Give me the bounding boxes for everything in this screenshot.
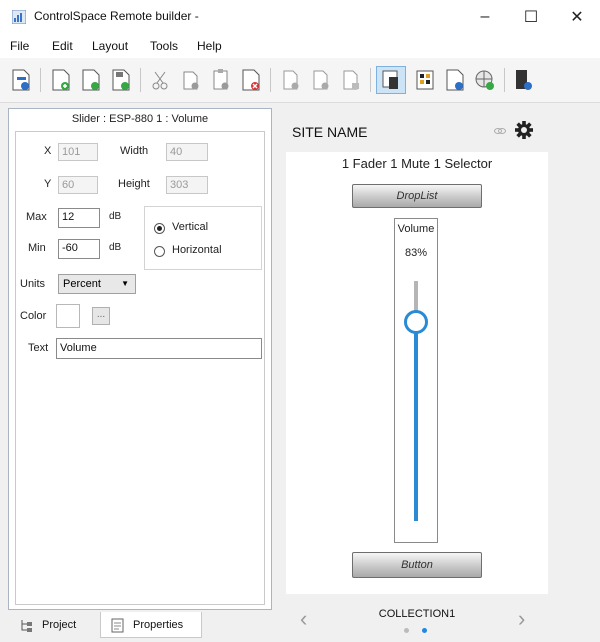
text-field[interactable]: Volume (56, 338, 262, 359)
new-page-icon[interactable] (48, 66, 74, 94)
slider-track-fill (414, 321, 418, 521)
color-swatch[interactable] (56, 304, 80, 328)
properties-header: Slider : ESP-880 1 : Volume (71, 113, 209, 125)
vertical-label[interactable]: Vertical (172, 221, 208, 233)
save-page-icon[interactable] (108, 66, 134, 94)
collection-name: COLLECTION1 (378, 608, 456, 620)
height-field[interactable]: 303 (166, 176, 208, 194)
page-dot[interactable] (404, 628, 409, 633)
project-tree-icon (21, 620, 32, 632)
min-unit: dB (109, 242, 122, 253)
x-label: X (44, 145, 52, 157)
menu-help[interactable]: Help (197, 39, 222, 53)
close-button[interactable]: ✕ (554, 0, 600, 34)
color-label: Color (20, 310, 47, 322)
copy-page-icon[interactable] (178, 66, 204, 94)
color-picker-button[interactable]: ... (92, 307, 110, 325)
units-label: Units (20, 278, 46, 290)
tab-project[interactable]: Project (12, 612, 92, 638)
delete-page-icon[interactable] (238, 66, 264, 94)
tab-properties[interactable]: Properties (100, 612, 202, 638)
title-bar: ControlSpace Remote builder - – ☐ ✕ (0, 0, 600, 34)
horizontal-label[interactable]: Horizontal (172, 244, 222, 256)
tab-project-label: Project (42, 619, 77, 631)
units-select[interactable]: Percent ▼ (58, 274, 136, 294)
window-title: ControlSpace Remote builder - (34, 9, 199, 23)
text-label: Text (28, 342, 49, 354)
chevron-down-icon: ▼ (121, 279, 129, 288)
network-icon[interactable] (472, 66, 498, 94)
max-label: Max (26, 211, 47, 223)
menu-file[interactable]: File (10, 39, 29, 53)
volume-slider[interactable]: Volume 83% (394, 218, 438, 543)
page-b-icon[interactable] (308, 66, 334, 94)
slider-thumb[interactable] (404, 309, 428, 334)
toolbar (0, 58, 600, 103)
maximize-button[interactable]: ☐ (508, 0, 554, 34)
orientation-group: Vertical Horizontal (144, 206, 262, 270)
link-icon[interactable] (494, 126, 506, 136)
menu-bar: File Edit Layout Tools Help (0, 34, 600, 58)
minimize-button[interactable]: – (462, 0, 508, 34)
max-unit: dB (109, 211, 122, 222)
y-field[interactable]: 60 (58, 176, 98, 194)
vertical-radio[interactable] (154, 223, 165, 234)
grid-icon[interactable] (412, 66, 438, 94)
next-page-arrow[interactable]: › (518, 606, 525, 632)
slider-value: 83% (404, 247, 428, 259)
max-field[interactable]: 12 (58, 208, 100, 228)
page-a-icon[interactable] (278, 66, 304, 94)
min-label: Min (28, 242, 46, 254)
cut-icon[interactable] (148, 66, 174, 94)
tab-properties-label: Properties (133, 619, 184, 631)
width-field[interactable]: 40 (166, 143, 208, 161)
properties-sheet-icon (111, 618, 124, 633)
menu-layout[interactable]: Layout (92, 39, 128, 53)
button-control[interactable]: Button (352, 552, 482, 578)
device-icon[interactable] (510, 66, 536, 94)
project-properties-icon[interactable] (8, 66, 34, 94)
horizontal-radio[interactable] (154, 246, 165, 257)
x-field[interactable]: 101 (58, 143, 98, 161)
app-icon (12, 10, 26, 24)
slider-label: Volume (397, 223, 435, 235)
paste-page-icon[interactable] (208, 66, 234, 94)
width-label: Width (120, 145, 149, 157)
units-value: Percent (63, 278, 101, 290)
page-d-icon[interactable] (442, 66, 468, 94)
page-dot-active[interactable] (422, 628, 427, 633)
menu-edit[interactable]: Edit (52, 39, 73, 53)
select-active-icon[interactable] (376, 66, 406, 94)
page-canvas: 1 Fader 1 Mute 1 Selector DropList Volum… (286, 152, 548, 594)
properties-panel: Slider : ESP-880 1 : Volume X 101 Width … (8, 108, 272, 610)
properties-form: X 101 Width 40 Y 60 Height 303 Max 12 dB… (15, 131, 265, 605)
site-name: SITE NAME (292, 124, 368, 140)
min-field[interactable]: -60 (58, 239, 100, 259)
menu-tools[interactable]: Tools (150, 39, 178, 53)
y-label: Y (44, 178, 52, 190)
droplist-control[interactable]: DropList (352, 184, 482, 208)
page-subtitle: 1 Fader 1 Mute 1 Selector (341, 156, 493, 171)
refresh-page-icon[interactable] (78, 66, 104, 94)
height-label: Height (118, 178, 150, 190)
page-c-icon[interactable] (338, 66, 364, 94)
gear-icon[interactable] (514, 120, 534, 140)
preview-panel: SITE NAME 1 Fader 1 Mute 1 Selector Drop… (286, 114, 548, 638)
